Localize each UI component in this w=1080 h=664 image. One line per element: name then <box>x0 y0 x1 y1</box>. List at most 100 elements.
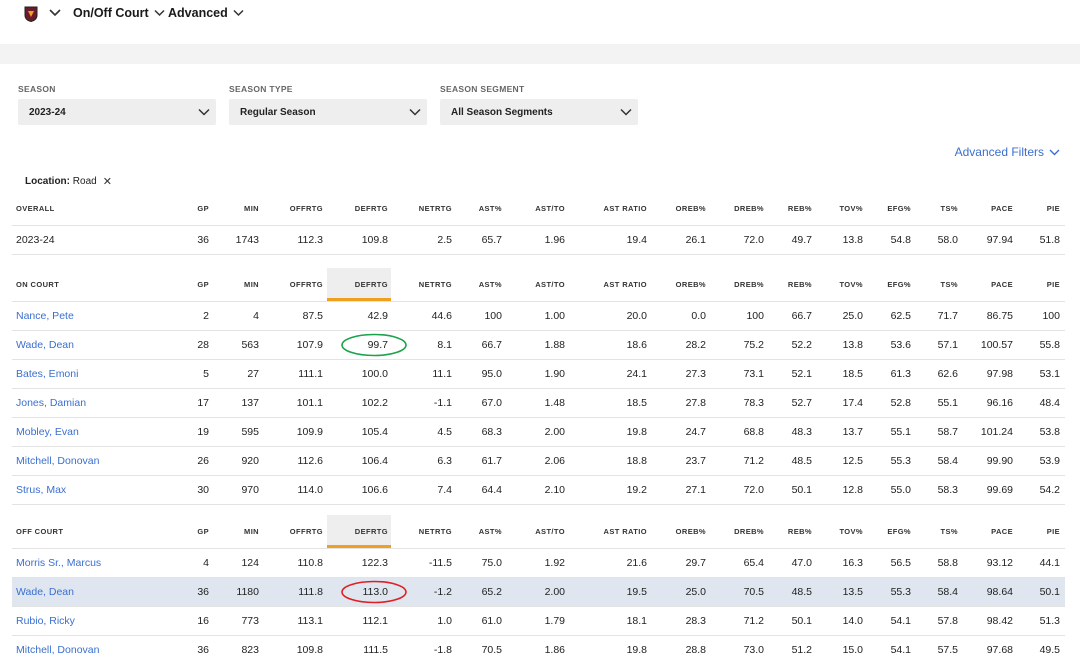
column-header-gp[interactable]: GP <box>197 515 209 548</box>
column-header-reb-[interactable]: REB% <box>788 192 812 225</box>
column-header-ts-[interactable]: TS% <box>941 192 958 225</box>
column-header-pie[interactable]: PIE <box>1047 192 1060 225</box>
column-header-reb-[interactable]: REB% <box>788 515 812 548</box>
player-link[interactable]: Morris Sr., Marcus <box>16 549 101 577</box>
player-link[interactable]: Strus, Max <box>16 476 66 504</box>
player-link[interactable]: Bates, Emoni <box>16 360 78 388</box>
stat-cell-pie: 100 <box>1042 310 1060 322</box>
column-header-ast-[interactable]: AST% <box>479 268 502 301</box>
stat-cell-ast-ratio: 24.1 <box>626 368 647 380</box>
stat-cell-ast-to: 2.00 <box>544 586 565 598</box>
column-header-tov-[interactable]: TOV% <box>839 515 863 548</box>
column-header-min[interactable]: MIN <box>244 515 259 548</box>
column-header-pace[interactable]: PACE <box>991 515 1013 548</box>
column-header-dreb-[interactable]: DREB% <box>734 268 764 301</box>
column-header-oreb-[interactable]: OREB% <box>676 192 706 225</box>
stat-cell-tov-: 18.5 <box>842 368 863 380</box>
stat-cell-tov-: 13.5 <box>842 586 863 598</box>
stat-cell-efg-: 56.5 <box>890 557 911 569</box>
table-row: Jones, Damian 17 137 101.1 102.2 -1.1 67.0 1.48… <box>12 389 1065 418</box>
column-header-ast-ratio[interactable]: AST RATIO <box>604 192 647 225</box>
stat-cell-pace: 97.94 <box>986 234 1013 246</box>
column-header-defrtg[interactable]: DEFRTG <box>355 268 388 301</box>
stat-cell-ast-: 67.0 <box>481 397 502 409</box>
column-header-defrtg[interactable]: DEFRTG <box>355 192 388 225</box>
column-header-pace[interactable]: PACE <box>991 192 1013 225</box>
season-segment-select[interactable]: All Season Segments <box>440 99 638 125</box>
stat-cell-gp: 30 <box>197 484 209 496</box>
season-label: 2023-24 <box>16 234 55 246</box>
stat-cell-ast-: 68.3 <box>481 426 502 438</box>
column-header-reb-[interactable]: REB% <box>788 268 812 301</box>
overall-section-title: OVERALL <box>16 204 55 213</box>
column-header-ast-to[interactable]: AST/TO <box>535 268 565 301</box>
stat-cell-dreb-: 100 <box>746 310 764 322</box>
column-header-efg-[interactable]: EFG% <box>887 268 911 301</box>
column-header-offrtg[interactable]: OFFRTG <box>290 192 323 225</box>
column-header-netrtg[interactable]: NETRTG <box>419 268 452 301</box>
column-header-efg-[interactable]: EFG% <box>887 192 911 225</box>
player-link[interactable]: Mitchell, Donovan <box>16 636 99 664</box>
stat-cell-ast-ratio: 18.6 <box>626 339 647 351</box>
stat-cell-defrtg: 106.4 <box>361 455 388 467</box>
column-header-ast-ratio[interactable]: AST RATIO <box>604 268 647 301</box>
team-logo-icon[interactable] <box>24 6 38 22</box>
column-header-gp[interactable]: GP <box>197 268 209 301</box>
stat-cell-defrtg: 105.4 <box>361 426 388 438</box>
player-link[interactable]: Wade, Dean <box>16 331 74 359</box>
column-header-oreb-[interactable]: OREB% <box>676 268 706 301</box>
column-header-pace[interactable]: PACE <box>991 268 1013 301</box>
player-link[interactable]: Rubio, Ricky <box>16 607 75 635</box>
column-header-ts-[interactable]: TS% <box>941 515 958 548</box>
column-header-dreb-[interactable]: DREB% <box>734 192 764 225</box>
stat-cell-netrtg: 1.0 <box>437 615 452 627</box>
remove-filter-icon[interactable]: ✕ <box>103 175 112 188</box>
column-header-pie[interactable]: PIE <box>1047 515 1060 548</box>
stat-cell-pace: 98.42 <box>986 615 1013 627</box>
nav-advanced[interactable]: Advanced <box>168 6 244 20</box>
stat-cell-offrtg: 111.1 <box>298 368 323 380</box>
stat-cell-tov-: 12.5 <box>842 455 863 467</box>
column-header-min[interactable]: MIN <box>244 192 259 225</box>
column-header-ast-[interactable]: AST% <box>479 192 502 225</box>
stat-cell-offrtg: 113.1 <box>297 615 324 627</box>
column-header-pie[interactable]: PIE <box>1047 268 1060 301</box>
column-header-tov-[interactable]: TOV% <box>839 268 863 301</box>
column-header-tov-[interactable]: TOV% <box>839 192 863 225</box>
column-header-ast-to[interactable]: AST/TO <box>535 515 565 548</box>
column-header-netrtg[interactable]: NETRTG <box>419 192 452 225</box>
stat-cell-ast-to: 1.48 <box>544 397 565 409</box>
column-header-defrtg[interactable]: DEFRTG <box>355 515 388 548</box>
stat-cell-ast-ratio: 19.5 <box>626 586 647 598</box>
stat-cell-ts-: 57.5 <box>937 644 958 656</box>
season-type-select[interactable]: Regular Season <box>229 99 427 125</box>
stat-cell-pace: 98.64 <box>986 586 1013 598</box>
table-row: Wade, Dean 36 1180 111.8 113.0 -1.2 65.2 2.00 19… <box>12 578 1065 607</box>
stat-cell-reb-: 48.5 <box>791 586 812 598</box>
column-header-offrtg[interactable]: OFFRTG <box>290 268 323 301</box>
column-header-offrtg[interactable]: OFFRTG <box>290 515 323 548</box>
team-chevron-down-icon[interactable] <box>49 8 61 18</box>
column-header-ts-[interactable]: TS% <box>941 268 958 301</box>
column-header-ast-to[interactable]: AST/TO <box>535 192 565 225</box>
column-header-gp[interactable]: GP <box>197 192 209 225</box>
stat-cell-ast-: 100 <box>484 310 502 322</box>
column-header-dreb-[interactable]: DREB% <box>734 515 764 548</box>
player-link[interactable]: Wade, Dean <box>16 578 74 606</box>
player-link[interactable]: Jones, Damian <box>16 389 86 417</box>
player-link[interactable]: Mobley, Evan <box>16 418 79 446</box>
top-bar: On/Off Court Advanced <box>0 0 1080 28</box>
nav-on-off-court[interactable]: On/Off Court <box>73 6 165 20</box>
stat-cell-gp: 19 <box>197 426 209 438</box>
season-select[interactable]: 2023-24 <box>18 99 216 125</box>
column-header-efg-[interactable]: EFG% <box>887 515 911 548</box>
stat-cell-netrtg: 4.5 <box>437 426 452 438</box>
column-header-ast-[interactable]: AST% <box>479 515 502 548</box>
column-header-oreb-[interactable]: OREB% <box>676 515 706 548</box>
advanced-filters-toggle[interactable]: Advanced Filters <box>955 145 1060 159</box>
player-link[interactable]: Nance, Pete <box>16 302 74 330</box>
player-link[interactable]: Mitchell, Donovan <box>16 447 99 475</box>
column-header-netrtg[interactable]: NETRTG <box>419 515 452 548</box>
column-header-ast-ratio[interactable]: AST RATIO <box>604 515 647 548</box>
column-header-min[interactable]: MIN <box>244 268 259 301</box>
